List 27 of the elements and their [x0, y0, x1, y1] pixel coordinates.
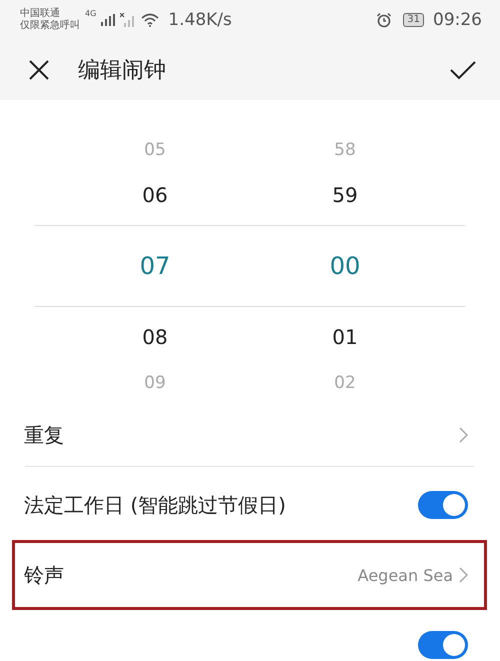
picker-value[interactable]: 06	[142, 172, 168, 219]
picker-value[interactable]: 08	[142, 314, 168, 361]
no-signal-icon	[120, 13, 136, 27]
setting-value: Aegean Sea	[358, 566, 453, 584]
chevron-icon	[459, 427, 468, 443]
picker-value[interactable]: 01	[332, 314, 358, 361]
network-type: 4G	[85, 9, 96, 18]
picker-value[interactable]: 07	[140, 219, 170, 314]
picker-value[interactable]: 00	[330, 219, 360, 314]
highlighted-setting-row[interactable]: 铃声 Aegean Sea	[12, 540, 487, 610]
chevron-icon	[459, 567, 468, 583]
alarm-icon	[376, 12, 392, 28]
setting-label: 重复	[24, 422, 64, 448]
setting-row[interactable]: 法定工作日 (智能跳过节假日)	[12, 470, 487, 540]
clock-time: 09:26	[433, 10, 482, 30]
carrier-text: 仅限紧急呼叫	[20, 20, 80, 32]
battery-level: 31	[407, 14, 420, 25]
toggle-switch[interactable]	[418, 491, 468, 519]
wifi-icon	[141, 13, 160, 27]
page-title: 编辑闹钟	[78, 57, 166, 85]
picker-value[interactable]: 59	[332, 172, 358, 219]
signal-icon	[101, 14, 116, 26]
setting-label: 法定工作日 (智能跳过节假日)	[24, 492, 286, 518]
setting-label: 铃声	[24, 562, 64, 588]
carrier-text: 中国联通	[20, 8, 61, 20]
network-speed: 1.48K/s	[168, 10, 232, 30]
toggle-switch[interactable]	[418, 631, 468, 659]
